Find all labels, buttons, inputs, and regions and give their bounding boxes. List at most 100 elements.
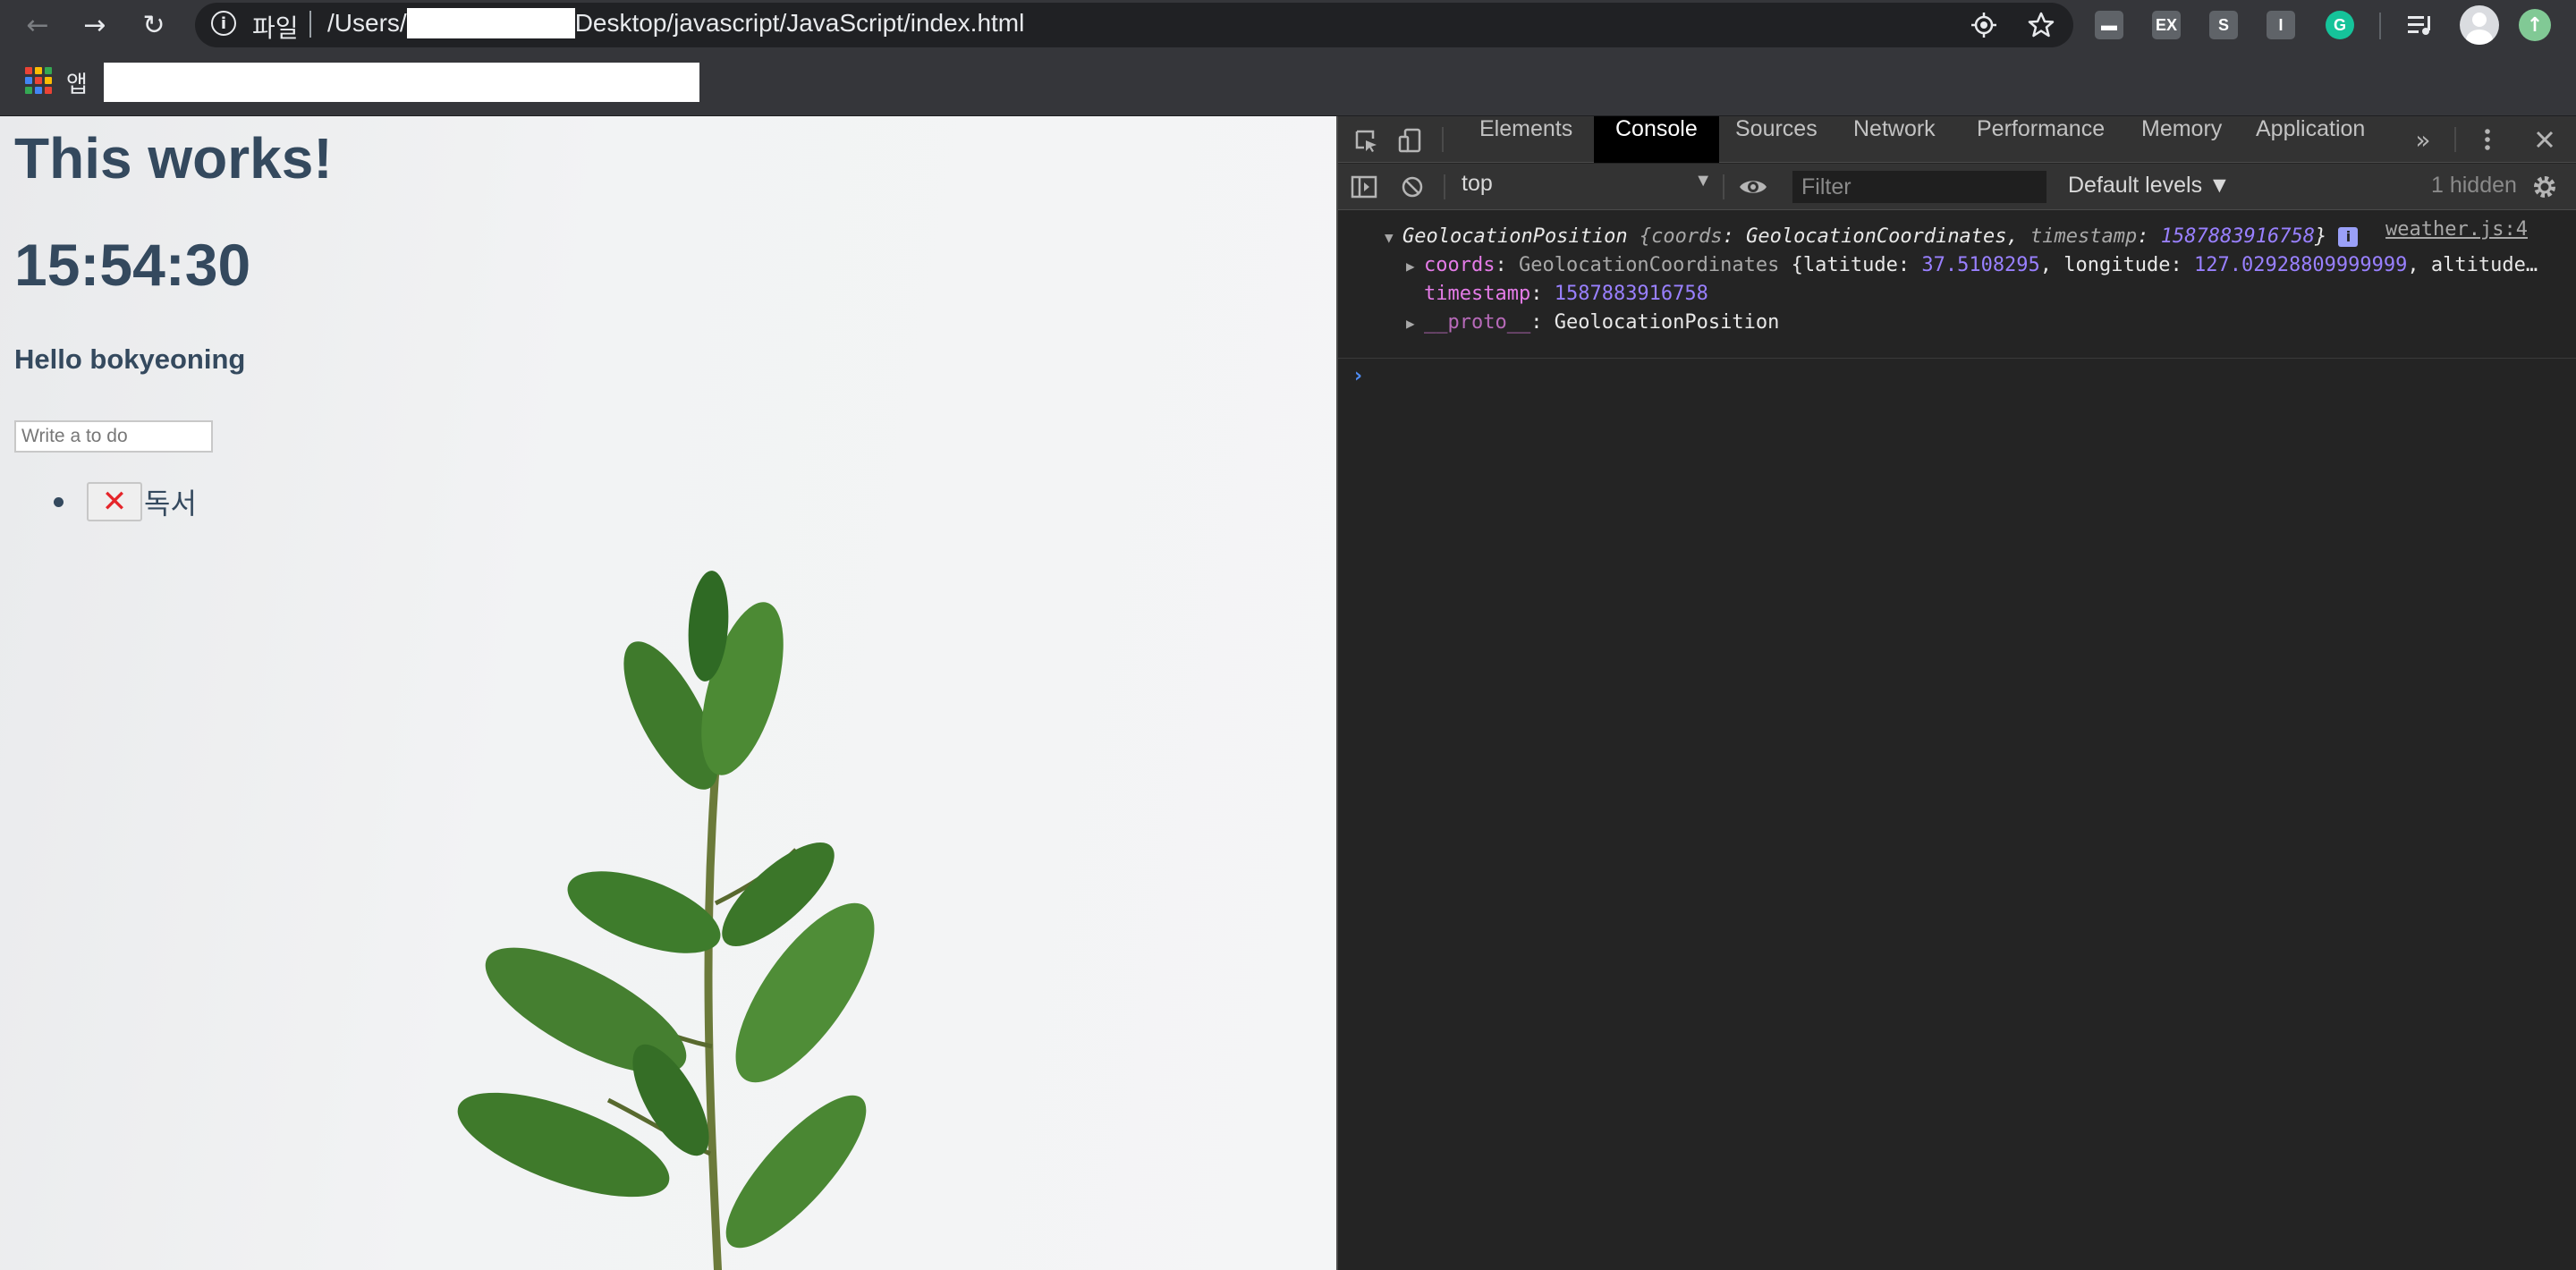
browser-window: ← → ↻ i 파일 /Users/Desktop/javascript/Jav…	[0, 0, 2576, 1270]
close-icon: ✕	[101, 484, 128, 520]
expand-triangle-icon[interactable]: ▶	[1406, 315, 1415, 332]
tab-console[interactable]: Console	[1594, 116, 1719, 163]
toolbar-divider	[1723, 174, 1724, 199]
delete-todo-button[interactable]: ✕	[87, 482, 142, 521]
console-toolbar: top ▼ Filter Default levels ▼ 1 hidden	[1338, 164, 2576, 210]
tab-memory[interactable]: Memory	[2120, 116, 2243, 163]
timestamp-value: 1587883916758	[1554, 283, 1708, 305]
log-summary[interactable]: GeolocationPosition {coords: Geolocation…	[1402, 225, 2359, 248]
tab-network[interactable]: Network	[1832, 116, 1957, 163]
tab-sources[interactable]: Sources	[1714, 116, 1839, 163]
coords-row[interactable]: coords: GeolocationCoordinates {latitude…	[1424, 254, 2538, 276]
media-control-icon[interactable]	[2404, 9, 2436, 41]
devtools-menu-icon[interactable]	[2472, 124, 2503, 155]
tab-elements[interactable]: Elements	[1458, 116, 1594, 163]
close-devtools-icon[interactable]	[2529, 124, 2560, 155]
toolbar-divider	[1444, 174, 1445, 199]
location-icon[interactable]	[1968, 9, 2000, 41]
tab-divider	[2454, 127, 2456, 152]
hidden-messages-count: 1 hidden	[2431, 173, 2517, 198]
summary-timestamp-sep: :	[2137, 225, 2161, 248]
latitude-value: 37.5108295	[1921, 254, 2040, 276]
proto-row[interactable]: __proto__: GeolocationPosition	[1424, 311, 1779, 334]
extension-1-icon[interactable]: ▬	[2095, 11, 2123, 39]
coords-sep: :	[1495, 254, 1519, 276]
reload-icon: ↻	[142, 9, 165, 41]
devtools-panel: Elements Console Sources Network Performance…	[1336, 116, 2576, 1270]
info-badge-icon[interactable]: i	[2338, 227, 2359, 247]
timestamp-sep: :	[1530, 283, 1555, 305]
proto-sep: :	[1530, 311, 1555, 334]
console-prompt-icon[interactable]: ›	[1354, 365, 1362, 387]
coords-type: GeolocationCoordinates	[1518, 254, 1780, 276]
inspect-element-icon[interactable]	[1351, 125, 1381, 156]
dropdown-arrow-icon: ▼	[1694, 171, 1712, 190]
summary-timestamp-key: timestamp	[2030, 225, 2138, 248]
url-suffix: Desktop/javascript/JavaScript/index.html	[574, 9, 1025, 37]
console-filter-input[interactable]: Filter	[1792, 171, 2046, 203]
log-divider	[1338, 358, 2576, 359]
bookmarks-bar: 앱	[0, 50, 2576, 116]
coords-lng-prefix: , longitude:	[2039, 254, 2194, 276]
todo-text: 독서	[144, 487, 197, 521]
back-icon: ←	[26, 9, 49, 41]
page-viewport: This works! 15:54:30 Hello bokyeoning ✕ …	[0, 116, 1336, 1270]
clear-console-icon[interactable]	[1397, 172, 1428, 202]
toolbar-divider	[2379, 13, 2381, 39]
source-link[interactable]: weather.js:4	[2385, 218, 2528, 241]
file-scheme-label: 파일	[252, 13, 299, 43]
device-toolbar-icon[interactable]	[1395, 125, 1426, 156]
devtools-tab-bar: Elements Console Sources Network Performance…	[1338, 116, 2576, 163]
list-bullet	[54, 496, 64, 507]
coords-lat-prefix: {latitude:	[1779, 254, 1922, 276]
update-icon[interactable]: ↑	[2519, 9, 2551, 41]
tab-divider	[1442, 127, 1444, 152]
url-text[interactable]: /Users/Desktop/javascript/JavaScript/ind…	[327, 7, 1025, 38]
summary-close: }	[2314, 225, 2327, 248]
todo-input[interactable]	[14, 420, 213, 453]
proto-value: GeolocationPosition	[1554, 311, 1780, 334]
forward-button[interactable]: →	[75, 5, 114, 45]
live-expression-eye-icon[interactable]	[1733, 172, 1773, 202]
browser-toolbar: ← → ↻ i 파일 /Users/Desktop/javascript/Jav…	[0, 0, 2576, 50]
console-settings-gear-icon[interactable]	[2529, 172, 2560, 202]
tab-application[interactable]: Application	[2234, 116, 2386, 163]
context-selector[interactable]: top ▼	[1462, 171, 1712, 203]
context-value: top	[1462, 171, 1493, 196]
page-title: This works!	[14, 126, 333, 190]
reload-button[interactable]: ↻	[134, 5, 174, 45]
expand-triangle-icon[interactable]: ▶	[1406, 258, 1415, 275]
grammarly-icon[interactable]: G	[2326, 11, 2354, 39]
coords-tail: , altitude…	[2407, 254, 2538, 276]
tab-performance[interactable]: Performance	[1955, 116, 2126, 163]
url-prefix: /Users/	[327, 9, 407, 37]
collapse-triangle-icon[interactable]: ▼	[1385, 229, 1394, 246]
extension-ex-icon[interactable]: EX	[2152, 11, 2181, 39]
timestamp-key: timestamp	[1424, 283, 1531, 305]
coords-key: coords	[1424, 254, 1496, 276]
bookmark-star-icon[interactable]	[2025, 9, 2057, 41]
address-divider	[309, 11, 311, 38]
clock: 15:54:30	[14, 232, 251, 298]
proto-key: __proto__	[1424, 311, 1531, 334]
back-button[interactable]: ←	[18, 5, 57, 45]
apps-label[interactable]: 앱	[66, 66, 88, 99]
timestamp-row: timestamp: 1587883916758	[1424, 283, 1708, 305]
more-tabs-icon[interactable]: »	[2408, 124, 2438, 155]
plant-background-image	[457, 571, 875, 1270]
summary-timestamp-value: 1587883916758	[2160, 225, 2315, 248]
todo-list-item: ✕ 독서	[54, 481, 197, 522]
greeting: Hello bokyeoning	[14, 343, 246, 375]
site-info-icon[interactable]: i	[211, 11, 236, 36]
console-output: weather.js:4 ▼ GeolocationPosition {coor…	[1338, 211, 2576, 1270]
apps-grid-icon[interactable]	[25, 67, 52, 94]
sidebar-toggle-icon[interactable]	[1349, 172, 1379, 202]
redacted-bookmarks	[104, 63, 699, 102]
extension-i-icon[interactable]: I	[2267, 11, 2295, 39]
log-levels-dropdown[interactable]: Default levels ▼	[2068, 173, 2231, 199]
profile-avatar[interactable]	[2460, 5, 2499, 45]
summary-open: {	[1627, 225, 1652, 248]
summary-type: GeolocationPosition	[1402, 225, 1628, 248]
longitude-value: 127.02928809999999	[2193, 254, 2408, 276]
extension-s-icon[interactable]: S	[2209, 11, 2238, 39]
